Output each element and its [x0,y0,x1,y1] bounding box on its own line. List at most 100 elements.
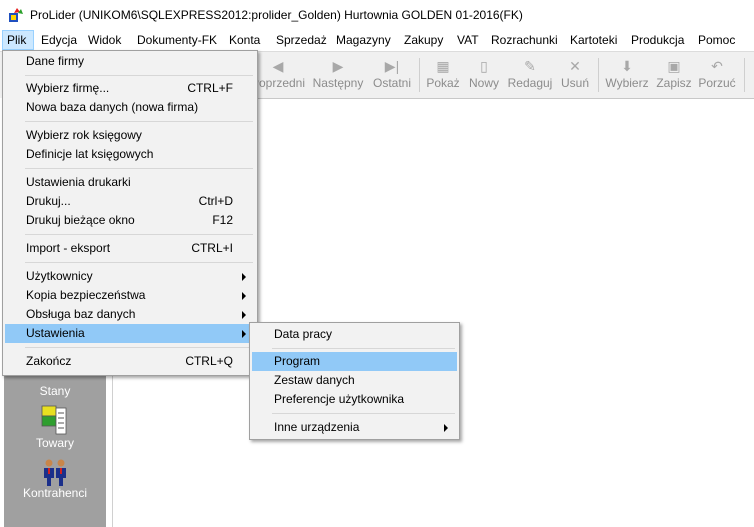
sidebar-item-label: Towary [35,436,74,450]
submenu-item-label: Data pracy [274,327,333,341]
show-label: Pokaż [426,76,460,90]
menu-vat[interactable]: VAT [452,30,484,50]
menu-item-label: Użytkownicy [26,269,93,283]
edit-icon: ✎ [524,58,536,74]
menu-item-nowa-baza[interactable]: Nowa baza danych (nowa firma) [5,98,255,117]
menu-item-label: Dane firmy [26,54,85,68]
last-icon: ▶| [384,58,400,74]
edit-label: Redaguj [507,76,553,90]
menu-item-wybierz-rok[interactable]: Wybierz rok księgowy [5,126,255,145]
edit-button[interactable]: ✎ Redaguj [505,52,555,98]
menu-separator [25,234,253,235]
menu-item-label: Nowa baza danych (nowa firma) [26,100,199,114]
sidebar-item-stany[interactable]: Stany [4,384,106,398]
menu-item-drukuj[interactable]: Drukuj... Ctrl+D [5,192,255,211]
menu-plik[interactable]: Plik [2,30,34,50]
menu-konta[interactable]: Konta [224,30,265,50]
undo-label: Porzuć [698,76,736,90]
menu-edycja[interactable]: Edycja [36,30,82,50]
window-title: ProLider (UNIKOM6\SQLEXPRESS2012:prolide… [30,8,523,22]
menu-item-wybierz-firme[interactable]: Wybierz firmę... CTRL+F [5,79,255,98]
menu-separator [272,348,455,349]
show-button[interactable]: ▦ Pokaż [423,52,463,98]
menu-item-label: Import - eksport [26,241,111,255]
menu-item-kopia-bezpieczenstwa[interactable]: Kopia bezpieczeństwa [5,286,255,305]
menu-item-shortcut: CTRL+F [187,81,233,95]
last-label: Ostatni [372,76,411,90]
delete-button[interactable]: ✕ Usuń [557,52,593,98]
menu-bar: Plik Edycja Widok Dokumenty-FK Konta Spr… [0,30,754,50]
menu-rozrachunki[interactable]: Rozrachunki [486,30,563,50]
menu-separator [25,75,253,76]
select-icon: ⬇ [621,58,633,74]
menu-item-shortcut: CTRL+I [191,241,233,255]
ustawienia-submenu: Data pracy Program Zestaw danych Prefere… [249,322,460,440]
goods-icon [41,405,67,435]
delete-icon: ✕ [569,58,581,74]
menu-separator [25,262,253,263]
previous-button[interactable]: ◀ Poprzedni [250,52,306,98]
submenu-arrow-icon [242,273,246,281]
menu-item-label: Zakończ [26,354,72,368]
undo-icon: ↶ [711,58,723,74]
menu-item-label: Ustawienia [26,326,85,340]
menu-item-definicje-lat[interactable]: Definicje lat księgowych [5,145,255,164]
sidebar-item-towary[interactable]: Towary [4,404,106,450]
menu-item-ustawienia[interactable]: Ustawienia [5,324,255,343]
menu-kartoteki[interactable]: Kartoteki [565,30,622,50]
select-button[interactable]: ⬇ Wybierz [602,52,652,98]
plik-dropdown-menu: Dane firmy Wybierz firmę... CTRL+F Nowa … [2,50,258,376]
menu-item-dane-firmy[interactable]: Dane firmy [5,52,255,71]
menu-item-label: Definicje lat księgowych [26,147,154,161]
submenu-item-preferencje[interactable]: Preferencje użytkownika [252,390,457,409]
previous-label: Poprzedni [250,76,306,90]
new-button[interactable]: ▯ Nowy [465,52,503,98]
save-icon: ▣ [667,58,681,74]
save-button[interactable]: ▣ Zapisz [654,52,694,98]
prolider-logo-icon [9,8,23,22]
menu-produkcja[interactable]: Produkcja [626,30,689,50]
menu-widok[interactable]: Widok [83,30,126,50]
menu-sprzedaz[interactable]: Sprzedaż [271,30,332,50]
menu-item-obsluga-baz[interactable]: Obsługa baz danych [5,305,255,324]
next-button[interactable]: ▶ Następny [308,52,368,98]
next-label: Następny [312,76,364,90]
menu-item-drukuj-biezace[interactable]: Drukuj bieżące okno F12 [5,211,255,230]
menu-item-shortcut: Ctrl+D [198,194,233,208]
previous-icon: ◀ [272,58,284,74]
undo-button[interactable]: ↶ Porzuć [696,52,738,98]
sidebar-item-label: Kontrahenci [22,486,88,500]
submenu-item-label: Inne urządzenia [274,420,360,434]
menu-item-label: Ustawienia drukarki [26,175,131,189]
menu-separator [25,168,253,169]
menu-separator [25,347,253,348]
menu-item-shortcut: F12 [212,213,233,227]
submenu-item-program[interactable]: Program [252,352,457,371]
submenu-item-inne-urzadzenia[interactable]: Inne urządzenia [252,418,457,437]
menu-item-import-eksport[interactable]: Import - eksport CTRL+I [5,239,255,258]
sidebar-item-label: Stany [39,384,71,398]
submenu-item-label: Preferencje użytkownika [274,392,405,406]
menu-magazyny[interactable]: Magazyny [331,30,396,50]
toolbar-separator [744,58,745,92]
menu-pomoc[interactable]: Pomoc [693,30,740,50]
submenu-arrow-icon [242,292,246,300]
menu-item-zakoncz[interactable]: Zakończ CTRL+Q [5,352,255,371]
menu-item-ustawienia-drukarki[interactable]: Ustawienia drukarki [5,173,255,192]
menu-separator [272,413,455,414]
sidebar-item-kontrahenci[interactable]: Kontrahenci [4,458,106,500]
select-label: Wybierz [605,76,649,90]
menu-item-label: Drukuj... [26,194,71,208]
show-icon: ▦ [436,58,450,74]
menu-item-label: Kopia bezpieczeństwa [26,288,146,302]
menu-item-uzytkownicy[interactable]: Użytkownicy [5,267,255,286]
menu-zakupy[interactable]: Zakupy [399,30,448,50]
submenu-item-zestaw-danych[interactable]: Zestaw danych [252,371,457,390]
last-button[interactable]: ▶| Ostatni [369,52,415,98]
menu-dokumenty-fk[interactable]: Dokumenty-FK [132,30,222,50]
submenu-item-label: Zestaw danych [274,373,355,387]
submenu-item-label: Program [274,354,321,368]
submenu-item-data-pracy[interactable]: Data pracy [252,325,457,344]
toolbar-separator [419,58,420,92]
menu-item-label: Drukuj bieżące okno [26,213,135,227]
